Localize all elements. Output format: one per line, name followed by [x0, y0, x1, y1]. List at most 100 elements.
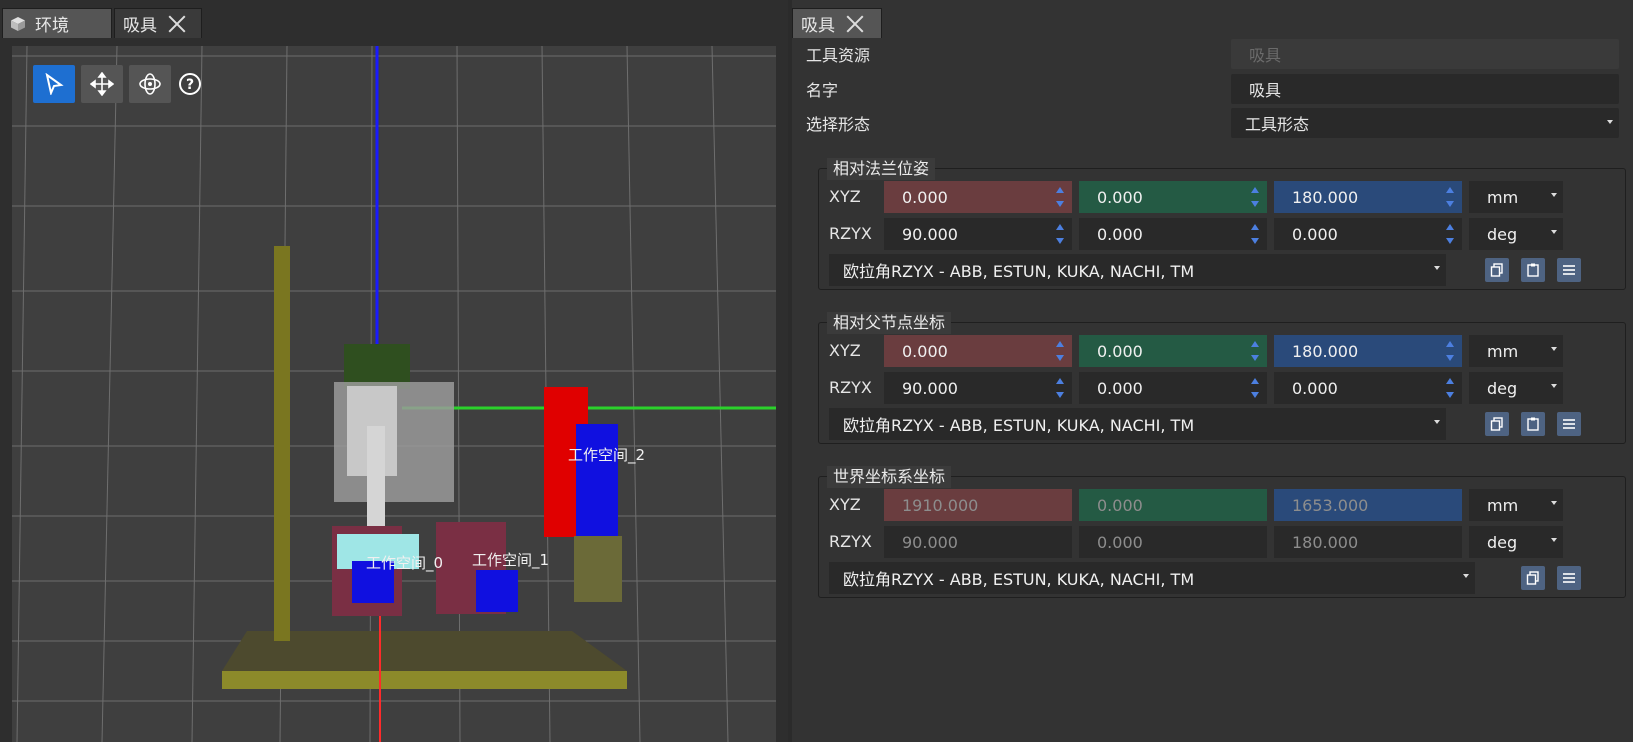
- world-rzyx-label: RZYX: [829, 532, 872, 551]
- chevron-down-icon: [1551, 501, 1557, 505]
- close-icon[interactable]: [843, 12, 867, 36]
- flange-rz-input[interactable]: 90.000: [884, 218, 1072, 250]
- menu-icon: [1563, 419, 1575, 429]
- parent-y-input[interactable]: 0.000: [1079, 335, 1267, 367]
- paste-button[interactable]: [1521, 258, 1545, 282]
- flange-rzyx-unit: deg: [1487, 224, 1518, 244]
- spinner-icon[interactable]: [1446, 339, 1454, 363]
- select-tool-button[interactable]: [33, 65, 75, 103]
- name-label: 名字: [806, 81, 839, 100]
- paste-button[interactable]: [1521, 412, 1545, 436]
- spinner-icon[interactable]: [1251, 185, 1259, 209]
- tab-suction-tool[interactable]: 吸具: [114, 8, 202, 38]
- 3d-viewport[interactable]: ? 工作空间_0 工作空间_1 工作空间_2: [12, 46, 776, 742]
- scene-canvas[interactable]: [12, 46, 776, 742]
- menu-button[interactable]: [1557, 412, 1581, 436]
- parent-rx-value: 0.000: [1292, 378, 1338, 398]
- spinner-icon[interactable]: [1446, 376, 1454, 400]
- move-tool-button[interactable]: [81, 65, 123, 103]
- shape-select[interactable]: 工具形态: [1231, 108, 1619, 138]
- spinner-icon[interactable]: [1446, 185, 1454, 209]
- menu-icon: [1563, 573, 1575, 583]
- world-coord-group: 世界坐标系坐标 XYZ 1910.000 0.000 1653.000 mm R…: [818, 466, 1626, 598]
- parent-rx-input[interactable]: 0.000: [1274, 372, 1462, 404]
- copy-icon: [1490, 417, 1503, 431]
- parent-rz-input[interactable]: 90.000: [884, 372, 1072, 404]
- world-xyz-row: XYZ 1910.000 0.000 1653.000 mm: [819, 489, 1625, 523]
- copy-icon: [1526, 571, 1539, 585]
- flange-z-input[interactable]: 180.000: [1274, 181, 1462, 213]
- workspace-label-0[interactable]: 工作空间_0: [366, 552, 443, 573]
- parent-ry-input[interactable]: 0.000: [1079, 372, 1267, 404]
- spinner-icon[interactable]: [1251, 339, 1259, 363]
- tab-suction-tool-properties[interactable]: 吸具: [792, 8, 882, 38]
- world-rzyx-unit-select[interactable]: deg: [1469, 526, 1563, 558]
- world-rz-field: 90.000: [884, 526, 1072, 558]
- tab-environment-label: 环境: [35, 16, 69, 36]
- help-button[interactable]: ?: [178, 72, 202, 96]
- parent-z-input[interactable]: 180.000: [1274, 335, 1462, 367]
- flange-rz-value: 90.000: [902, 224, 958, 244]
- parent-euler-select[interactable]: 欧拉角RZYX - ABB, ESTUN, KUKA, NACHI, TM: [829, 408, 1446, 440]
- world-xyz-unit-select[interactable]: mm: [1469, 489, 1563, 521]
- flange-rzyx-unit-select[interactable]: deg: [1469, 218, 1563, 250]
- menu-icon: [1563, 265, 1575, 275]
- menu-button[interactable]: [1557, 258, 1581, 282]
- world-z-value: 1653.000: [1292, 495, 1369, 515]
- chevron-down-icon: [1434, 420, 1440, 424]
- parent-rzyx-label: RZYX: [829, 378, 872, 397]
- parent-xyz-unit-select[interactable]: mm: [1469, 335, 1563, 367]
- spinner-icon[interactable]: [1056, 185, 1064, 209]
- world-x-field: 1910.000: [884, 489, 1072, 521]
- close-icon[interactable]: [165, 12, 189, 36]
- cube-icon: [11, 16, 25, 31]
- tab-environment[interactable]: 环境: [2, 8, 112, 38]
- spinner-icon[interactable]: [1056, 376, 1064, 400]
- flange-euler-select[interactable]: 欧拉角RZYX - ABB, ESTUN, KUKA, NACHI, TM: [829, 254, 1446, 286]
- flange-xyz-label: XYZ: [829, 187, 861, 206]
- name-input[interactable]: 吸具: [1231, 74, 1619, 104]
- menu-button[interactable]: [1557, 566, 1581, 590]
- parent-x-input[interactable]: 0.000: [884, 335, 1072, 367]
- spinner-icon[interactable]: [1056, 339, 1064, 363]
- copy-button[interactable]: [1485, 258, 1509, 282]
- flange-ry-value: 0.000: [1097, 224, 1143, 244]
- properties-panel: 吸具 工具资源 吸具 名字 吸具 选择形态 工具形态 相对法兰位姿 XYZ 0.…: [792, 0, 1633, 742]
- chevron-down-icon: [1551, 538, 1557, 542]
- world-euler-select[interactable]: 欧拉角RZYX - ABB, ESTUN, KUKA, NACHI, TM: [829, 562, 1475, 594]
- spinner-icon[interactable]: [1056, 222, 1064, 246]
- world-x-value: 1910.000: [902, 495, 979, 515]
- copy-button[interactable]: [1521, 566, 1545, 590]
- spinner-icon[interactable]: [1446, 222, 1454, 246]
- flange-xyz-unit-select[interactable]: mm: [1469, 181, 1563, 213]
- copy-icon: [1490, 263, 1503, 277]
- flange-x-input[interactable]: 0.000: [884, 181, 1072, 213]
- parent-x-value: 0.000: [902, 341, 948, 361]
- spinner-icon[interactable]: [1251, 222, 1259, 246]
- parent-ry-value: 0.000: [1097, 378, 1143, 398]
- copy-button[interactable]: [1485, 412, 1509, 436]
- flange-rx-input[interactable]: 0.000: [1274, 218, 1462, 250]
- workspace-label-1[interactable]: 工作空间_1: [472, 549, 549, 570]
- chevron-down-icon: [1551, 230, 1557, 234]
- flange-ry-input[interactable]: 0.000: [1079, 218, 1267, 250]
- world-z-field: 1653.000: [1274, 489, 1462, 521]
- workspace-label-2[interactable]: 工作空间_2: [568, 444, 645, 465]
- tab-suction-tool-label: 吸具: [123, 16, 157, 36]
- shape-row: 选择形态 工具形态: [806, 107, 1619, 139]
- world-ry-value: 0.000: [1097, 532, 1143, 552]
- world-rx-value: 180.000: [1292, 532, 1359, 552]
- left-tab-bar: 环境 吸具: [0, 0, 204, 38]
- world-xyz-label: XYZ: [829, 495, 861, 514]
- parent-rz-value: 90.000: [902, 378, 958, 398]
- orbit-tool-button[interactable]: [129, 65, 171, 103]
- parent-z-value: 180.000: [1292, 341, 1359, 361]
- flange-x-value: 0.000: [902, 187, 948, 207]
- flange-euler-value: 欧拉角RZYX - ABB, ESTUN, KUKA, NACHI, TM: [843, 262, 1195, 281]
- select-arrow-icon: [45, 73, 64, 95]
- tool-resource-row: 工具资源 吸具: [806, 38, 1619, 70]
- spinner-icon[interactable]: [1251, 376, 1259, 400]
- parent-rzyx-unit-select[interactable]: deg: [1469, 372, 1563, 404]
- flange-y-input[interactable]: 0.000: [1079, 181, 1267, 213]
- svg-text:?: ?: [186, 77, 194, 93]
